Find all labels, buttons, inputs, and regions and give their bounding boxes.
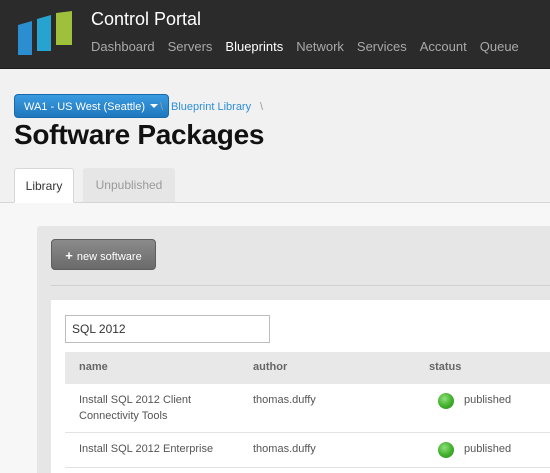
top-header: Control Portal Dashboard Servers Bluepri… [0,0,550,69]
search-input[interactable] [65,315,270,343]
table-row[interactable]: Install SQL 2012 Client Connectivity Too… [65,384,550,433]
nav-services[interactable]: Services [357,39,407,54]
tabs-divider [0,202,550,203]
nav-blueprints[interactable]: Blueprints [225,39,283,54]
column-header-author[interactable]: author [253,361,287,373]
panel-divider [51,285,550,286]
nav-account[interactable]: Account [420,39,467,54]
page-title: Software Packages [14,119,265,150]
nav-queue[interactable]: Queue [480,39,519,54]
package-author: thomas.duffy [253,443,316,455]
tab-library[interactable]: Library [14,168,74,203]
breadcrumb-separator: \ [260,101,264,113]
table-header: name author status [65,352,550,384]
new-software-label: new software [76,251,142,263]
nav-network[interactable]: Network [296,39,344,54]
breadcrumb-separator: \ [160,101,164,113]
caret-down-icon [150,104,159,109]
breadcrumb-blueprint-library[interactable]: Blueprint Library [171,101,251,113]
package-name[interactable]: Install SQL 2012 Client Connectivity Too… [79,392,239,424]
app-title: Control Portal [91,9,202,29]
column-header-status[interactable]: status [429,361,461,373]
package-author: thomas.duffy [253,394,316,406]
package-status: published [464,394,512,406]
datacenter-dropdown[interactable]: WA1 - US West (Seattle) [14,94,170,118]
new-software-button[interactable]: + new software [51,239,156,270]
nav-servers[interactable]: Servers [168,39,213,54]
package-status: published [464,443,512,455]
package-name[interactable]: Install SQL 2012 Enterprise [79,441,239,457]
table-row[interactable]: Install SQL 2012 Enterprise thomas.duffy… [65,433,550,468]
plus-icon: + [65,248,73,263]
datacenter-label: WA1 - US West (Seattle) [24,101,146,113]
nav-dashboard[interactable]: Dashboard [91,39,155,54]
main-nav: Dashboard Servers Blueprints Network Ser… [91,39,532,54]
status-published-icon [438,393,454,409]
status-published-icon [438,442,454,458]
column-header-name[interactable]: name [79,361,108,373]
control-portal-logo[interactable] [16,11,74,57]
tab-unpublished[interactable]: Unpublished [83,168,175,202]
